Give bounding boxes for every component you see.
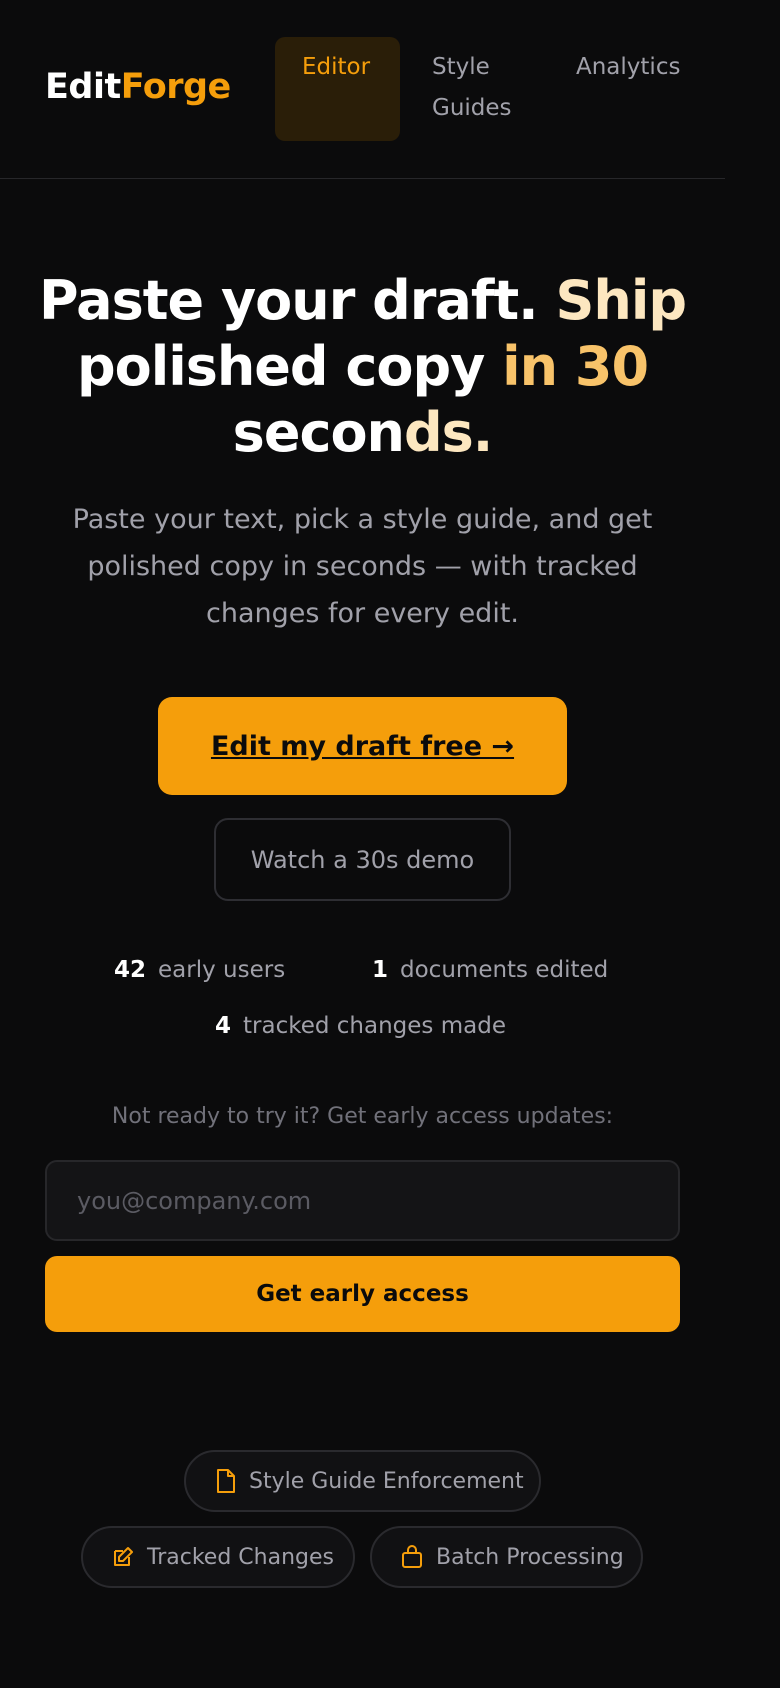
- hero-title-accent: Ship: [555, 269, 686, 332]
- hero-subtitle: Paste your text, pick a style guide, and…: [72, 504, 653, 629]
- email-field[interactable]: [45, 1160, 680, 1241]
- watch-demo-button[interactable]: Watch a 30s demo: [214, 818, 511, 901]
- brand-logo[interactable]: EditForge: [45, 67, 231, 107]
- get-early-access-button[interactable]: Get early access: [45, 1256, 680, 1332]
- nav-analytics[interactable]: Analytics: [576, 47, 680, 88]
- bag-icon: [402, 1545, 422, 1568]
- nav-editor[interactable]: Editor: [275, 37, 400, 141]
- stat-value: 42: [114, 957, 147, 983]
- feature-chip-batch-processing[interactable]: Batch Processing: [370, 1526, 643, 1588]
- feature-chip-label: Batch Processing: [436, 1544, 624, 1570]
- stat-early-users: 42 early users: [114, 957, 285, 983]
- hero-title-part: secon: [232, 401, 405, 464]
- stat-value: 1: [372, 957, 389, 983]
- hero-title-accent: ds.: [404, 401, 493, 464]
- stat-label: tracked changes made: [243, 1013, 506, 1039]
- feature-chip-style-guide[interactable]: Style Guide Enforcement: [184, 1450, 541, 1512]
- nav-style-guides[interactable]: Style Guides: [432, 47, 542, 129]
- early-access-label: Not ready to try it? Get early access up…: [111, 1104, 614, 1129]
- feature-chip-label: Style Guide Enforcement: [249, 1468, 524, 1494]
- edit-draft-button[interactable]: Edit my draft free →: [158, 697, 567, 795]
- edit-icon: [114, 1547, 133, 1566]
- landing-page: EditForge Editor Style Guides Analytics …: [0, 0, 725, 1588]
- brand-name-part2: Forge: [120, 67, 232, 107]
- feature-chip-tracked-changes[interactable]: Tracked Changes: [81, 1526, 355, 1588]
- stat-documents-edited: 1 documents edited: [372, 957, 608, 983]
- stat-value: 4: [215, 1013, 232, 1039]
- hero-title-accent: in 30: [502, 335, 649, 398]
- hero-title-part: Paste your draft.: [39, 269, 539, 332]
- site-header: EditForge Editor Style Guides Analytics: [0, 0, 725, 179]
- brand-name-part1: Edit: [45, 67, 121, 107]
- stat-tracked-changes: 4 tracked changes made: [215, 1013, 506, 1039]
- stat-label: early users: [158, 957, 286, 983]
- stat-label: documents edited: [400, 957, 609, 983]
- feature-chip-label: Tracked Changes: [147, 1544, 334, 1570]
- hero-title: Paste your draft. Ship polished copy in …: [30, 268, 695, 466]
- document-icon: [217, 1469, 235, 1493]
- hero-title-part: polished copy: [76, 335, 485, 398]
